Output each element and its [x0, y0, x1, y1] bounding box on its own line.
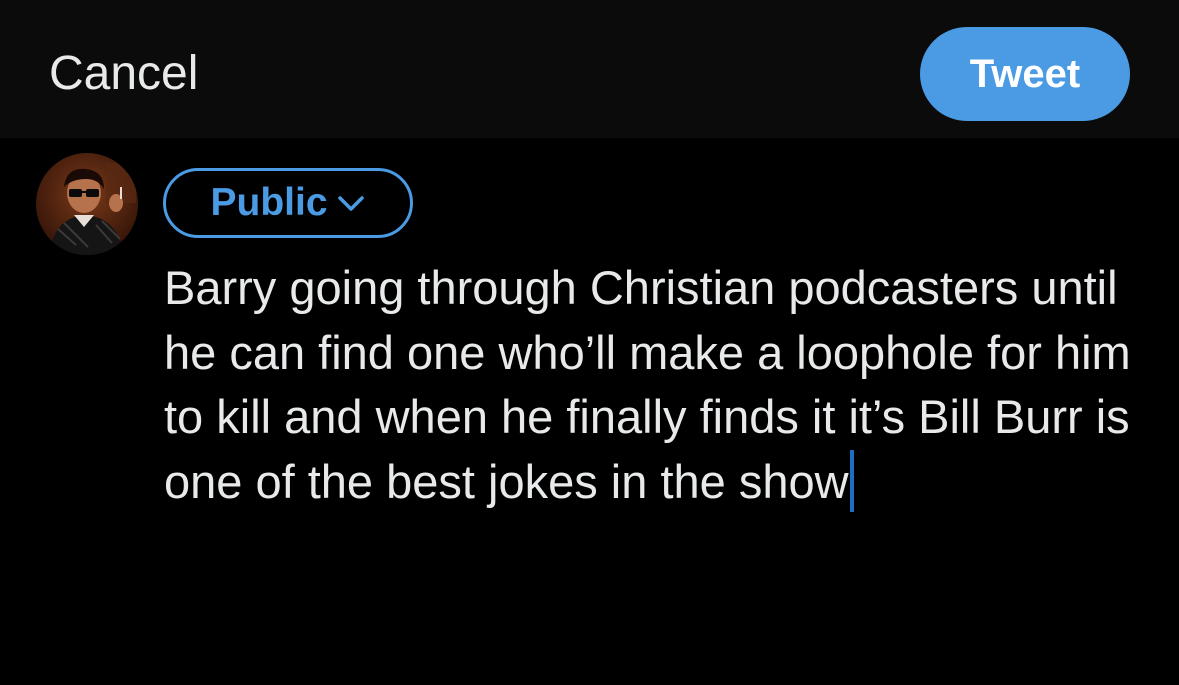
avatar[interactable]: [36, 153, 138, 255]
top-bar: Cancel Tweet: [0, 0, 1179, 138]
tweet-compose-field[interactable]: Barry going through Christian podcasters…: [164, 256, 1154, 514]
tweet-text: Barry going through Christian podcasters…: [164, 261, 1144, 508]
user-avatar-photo-icon: [36, 153, 138, 255]
text-cursor: [849, 449, 854, 512]
audience-label: Public: [210, 181, 328, 224]
chevron-down-icon: [337, 196, 364, 211]
cancel-button[interactable]: Cancel: [49, 46, 198, 102]
audience-selector[interactable]: Public: [163, 168, 413, 238]
tweet-button[interactable]: Tweet: [920, 27, 1130, 121]
